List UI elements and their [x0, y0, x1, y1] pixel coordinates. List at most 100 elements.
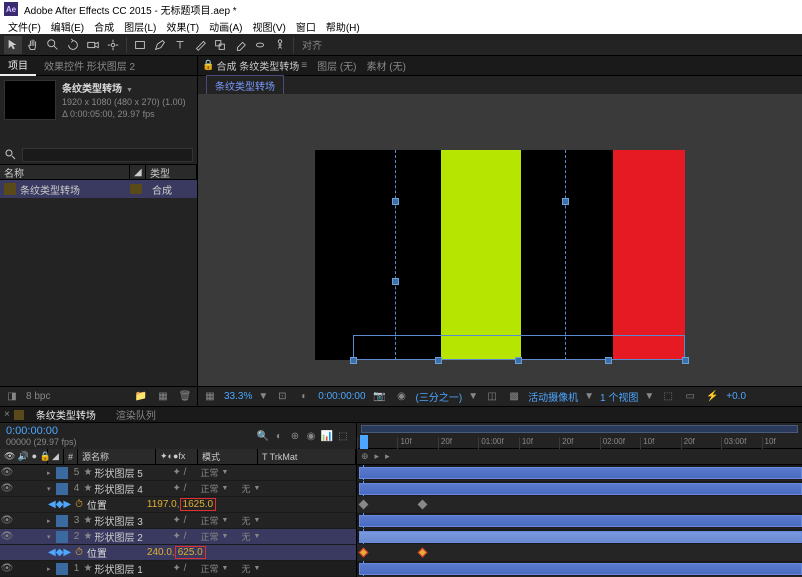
tl-shy-icon[interactable]: ◐	[272, 431, 286, 442]
resolution[interactable]: (三分之一)	[416, 389, 463, 404]
render-queue-tab[interactable]: 渲染队列	[108, 407, 164, 422]
current-time[interactable]: 0:00:00:00	[318, 391, 365, 402]
timeline-time[interactable]: 0:00:00:00	[6, 425, 77, 437]
grid-icon[interactable]: ▦	[202, 390, 218, 404]
property-row[interactable]: ◀◆▶ ⏱ 位置 240.0, 625.0	[0, 545, 356, 561]
rotate-tool-icon[interactable]	[64, 36, 82, 54]
camera-tool-icon[interactable]	[84, 36, 102, 54]
menu-composition[interactable]: 合成	[90, 19, 118, 34]
label-icon[interactable]	[56, 515, 68, 527]
zoom-level[interactable]: 33.3%	[224, 391, 252, 402]
show-channel-icon[interactable]: ◉	[394, 390, 410, 404]
label-icon[interactable]	[56, 563, 68, 575]
clone-tool-icon[interactable]	[211, 36, 229, 54]
track-bar[interactable]	[357, 561, 802, 577]
menu-file[interactable]: 文件(F)	[4, 19, 45, 34]
source-tab[interactable]: 素材 (无)	[367, 58, 406, 73]
keyframe-track[interactable]	[357, 497, 802, 513]
trash-icon[interactable]: 🗑	[177, 390, 193, 404]
search-icon[interactable]	[4, 148, 18, 162]
track-bar[interactable]	[357, 481, 802, 497]
menu-layer[interactable]: 图层(L)	[120, 19, 160, 34]
snapshot-icon[interactable]: 📷	[372, 390, 388, 404]
col-trkmat[interactable]: T TrkMat	[258, 449, 356, 464]
tl-graph-icon[interactable]: 📊	[320, 431, 334, 442]
col-type[interactable]: 类型	[146, 165, 197, 179]
col-source-name[interactable]: 源名称	[78, 449, 156, 464]
menu-edit[interactable]: 编辑(E)	[47, 19, 88, 34]
menu-bar[interactable]: 文件(F) 编辑(E) 合成 图层(L) 效果(T) 动画(A) 视图(V) 窗…	[0, 18, 802, 34]
hand-tool-icon[interactable]	[24, 36, 42, 54]
menu-effect[interactable]: 效果(T)	[162, 19, 203, 34]
property-row[interactable]: ◀◆▶ ⏱ 位置 1197.0, 1625.0	[0, 497, 356, 513]
view-layout[interactable]: 1 个视图	[600, 389, 638, 404]
layer-row[interactable]: 👁 ▾ 4 ★ 形状图层 4 ✦ / 正常▼ 无▼	[0, 481, 356, 497]
col-name[interactable]: 名称	[0, 165, 130, 179]
mask-icon[interactable]: ◐	[296, 390, 312, 404]
zoom-tool-icon[interactable]	[44, 36, 62, 54]
active-camera[interactable]: 活动摄像机	[528, 389, 578, 404]
comp-subtab[interactable]: 条纹类型转场	[206, 75, 284, 96]
layer-row[interactable]: 👁 ▾ 2 ★ 形状图层 2 ✦ / 正常▼ 无▼	[0, 529, 356, 545]
layer-tab[interactable]: 图层 (无)	[317, 58, 356, 73]
anchor-tool-icon[interactable]	[104, 36, 122, 54]
new-comp-icon[interactable]: ▦	[155, 390, 171, 404]
tl-search-icon[interactable]: 🔍	[256, 431, 270, 442]
pen-tool-icon[interactable]	[151, 36, 169, 54]
composition-canvas[interactable]	[315, 150, 685, 360]
tl-draft3d-icon[interactable]: ⬚	[336, 431, 350, 442]
keyframe-nav-icon[interactable]: ◀◆▶	[48, 499, 71, 510]
menu-view[interactable]: 视图(V)	[248, 19, 289, 34]
col-mode[interactable]: 模式	[198, 449, 258, 464]
3d-view-icon[interactable]: ⬚	[660, 390, 676, 404]
timeline-tracks[interactable]: 10f20f 01:00f10f20f 02:00f10f20f 03:00f1…	[357, 423, 802, 577]
exposure[interactable]: +0.0	[726, 391, 746, 402]
tl-fx-icon[interactable]: ⊕	[288, 431, 302, 442]
layer-row[interactable]: 👁 ▸ 3 ★ 形状图层 3 ✦ / 正常▼ 无▼	[0, 513, 356, 529]
effects-controls-tab[interactable]: 效果控件 形状图层 2	[36, 56, 143, 76]
stopwatch-icon[interactable]: ⏱	[75, 499, 83, 510]
menu-help[interactable]: 帮助(H)	[322, 19, 364, 34]
brush-tool-icon[interactable]	[191, 36, 209, 54]
rect-tool-icon[interactable]	[131, 36, 149, 54]
menu-animation[interactable]: 动画(A)	[205, 19, 246, 34]
pixel-aspect-icon[interactable]: ▭	[682, 390, 698, 404]
label-icon[interactable]	[56, 483, 68, 495]
interpret-footage-icon[interactable]: ◨	[4, 390, 20, 404]
eraser-tool-icon[interactable]	[231, 36, 249, 54]
visibility-icon[interactable]: 👁	[0, 531, 14, 542]
layer-row[interactable]: 👁 ▸ 1 ★ 形状图层 1 ✦ / 正常▼ 无▼	[0, 561, 356, 577]
stopwatch-icon[interactable]: ⏱	[75, 547, 83, 558]
in-icon[interactable]: ▸	[375, 451, 380, 462]
bpc-button[interactable]: 8 bpc	[26, 390, 50, 404]
comp-tab-locked[interactable]: 🔒 合成 条纹类型转场 ≡	[202, 58, 307, 73]
fast-preview-icon[interactable]: ⚡	[704, 390, 720, 404]
selection-tool-icon[interactable]	[4, 36, 22, 54]
transparency-icon[interactable]: ▩	[506, 390, 522, 404]
track-bar[interactable]	[357, 465, 802, 481]
text-tool-icon[interactable]	[171, 36, 189, 54]
col-label-icon[interactable]: ◢	[130, 165, 146, 179]
new-folder-icon[interactable]: 📁	[133, 390, 149, 404]
keyframe-track[interactable]	[357, 545, 802, 561]
track-bar[interactable]	[357, 529, 802, 545]
label-icon[interactable]	[56, 467, 68, 479]
safe-zones-icon[interactable]: ⊡	[274, 390, 290, 404]
shape-green[interactable]	[441, 150, 521, 360]
menu-window[interactable]: 窗口	[292, 19, 320, 34]
visibility-icon[interactable]: 👁	[0, 563, 14, 574]
comp-name[interactable]: 条纹类型转场	[62, 80, 186, 95]
layer-row[interactable]: 👁 ▸ 5 ★ 形状图层 5 ✦ / 正常▼	[0, 465, 356, 481]
project-tab[interactable]: 项目	[0, 56, 36, 76]
timeline-ruler[interactable]: 10f20f 01:00f10f20f 02:00f10f20f 03:00f1…	[357, 423, 802, 449]
project-item[interactable]: 条纹类型转场 合成	[0, 180, 197, 198]
timeline-comp-tab[interactable]: 条纹类型转场	[28, 407, 104, 422]
label-icon[interactable]	[56, 531, 68, 543]
visibility-icon[interactable]: 👁	[0, 467, 14, 478]
roto-tool-icon[interactable]	[251, 36, 269, 54]
visibility-icon[interactable]: 👁	[0, 483, 14, 494]
shape-red[interactable]	[613, 150, 685, 360]
out-icon[interactable]: ▸	[385, 451, 390, 462]
track-bar[interactable]	[357, 513, 802, 529]
roi-icon[interactable]: ◫	[484, 390, 500, 404]
